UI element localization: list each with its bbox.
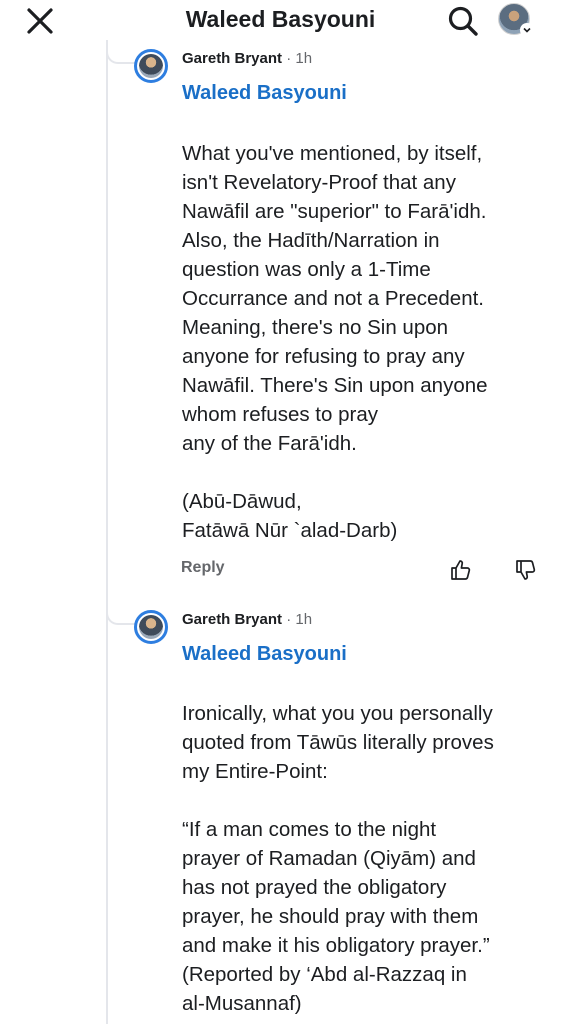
- profile-menu-button[interactable]: [496, 3, 542, 39]
- avatar: [139, 615, 163, 639]
- comment-author[interactable]: Gareth Bryant: [182, 611, 282, 628]
- comment-text: What you've mentioned, by itself, isn't …: [182, 142, 488, 542]
- thread-branch: [106, 40, 136, 64]
- search-button[interactable]: [444, 3, 482, 39]
- dislike-button[interactable]: [512, 556, 540, 584]
- mention-link[interactable]: Waleed Basyouni: [182, 82, 347, 105]
- comment-avatar[interactable]: [134, 49, 168, 83]
- comment-text: Ironically, what you you personally quot…: [182, 702, 494, 1015]
- thumbs-up-icon: [451, 560, 471, 580]
- comment-meta: Gareth Bryant · 1h: [182, 50, 312, 67]
- comment-avatar[interactable]: [134, 610, 168, 644]
- reply-button[interactable]: Reply: [181, 559, 225, 577]
- avatar: [139, 54, 163, 78]
- thread-branch: [106, 601, 136, 625]
- top-bar: Waleed Basyouni: [0, 0, 561, 44]
- like-button[interactable]: [447, 556, 475, 584]
- chevron-down-icon: [520, 23, 534, 37]
- comment-author[interactable]: Gareth Bryant: [182, 50, 282, 67]
- comment-time: · 1h: [282, 50, 313, 67]
- comment-meta: Gareth Bryant · 1h: [182, 611, 312, 628]
- search-icon: [448, 6, 478, 36]
- mention-link[interactable]: Waleed Basyouni: [182, 643, 347, 666]
- thread-line: [106, 44, 108, 1024]
- comment-time: · 1h: [282, 611, 313, 628]
- thumbs-down-icon: [516, 560, 536, 580]
